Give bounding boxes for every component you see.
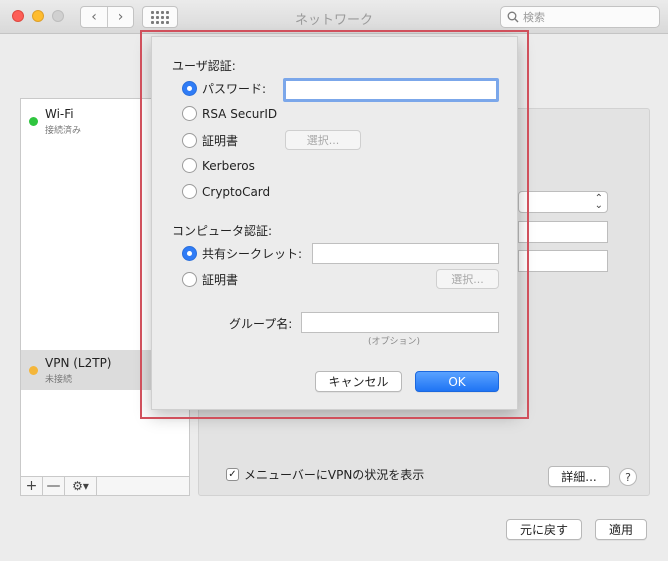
- title-bar: ‹ › ネットワーク 検索: [0, 0, 668, 34]
- search-field[interactable]: 検索: [500, 6, 660, 28]
- gear-icon: ⚙︎▾: [72, 479, 89, 493]
- chevron-updown-icon: ⌃ ⌄: [594, 193, 603, 211]
- chevron-left-icon: ‹: [91, 9, 97, 25]
- show-vpn-status-label: メニューバーにVPNの状況を表示: [244, 468, 425, 482]
- show-all-button[interactable]: [142, 6, 178, 28]
- show-vpn-status-checkbox[interactable]: ✓: [226, 468, 239, 481]
- service-name: VPN (L2TP): [45, 356, 112, 370]
- search-placeholder: 検索: [523, 11, 545, 24]
- window-title: ネットワーク: [294, 13, 373, 28]
- advanced-button[interactable]: 詳細...: [548, 466, 610, 487]
- service-name: Wi-Fi: [45, 107, 74, 121]
- minimize-window-button[interactable]: [32, 10, 44, 22]
- service-actions-button[interactable]: ⚙︎▾: [65, 477, 97, 495]
- navigation-buttons: ‹ ›: [80, 6, 134, 28]
- remove-service-button[interactable]: —: [43, 477, 65, 495]
- minus-icon: —: [46, 478, 61, 494]
- account-name-field[interactable]: [518, 250, 608, 272]
- grid-icon: [151, 10, 169, 24]
- status-dot-connected: [29, 117, 38, 126]
- service-list-toolbar: + — ⚙︎▾: [20, 476, 190, 496]
- service-status: 接続済み: [45, 126, 82, 136]
- zoom-window-button[interactable]: [52, 10, 64, 22]
- highlight-box: [140, 30, 529, 419]
- server-address-field[interactable]: [518, 221, 608, 243]
- close-window-button[interactable]: [12, 10, 24, 22]
- revert-button[interactable]: 元に戻す: [506, 519, 582, 540]
- add-service-button[interactable]: +: [21, 477, 43, 495]
- chevron-right-icon: ›: [117, 9, 124, 25]
- show-vpn-status-option[interactable]: ✓ メニューバーにVPNの状況を表示: [226, 466, 424, 483]
- configuration-popup[interactable]: ⌃ ⌄: [518, 191, 608, 213]
- service-status: 未接続: [45, 375, 73, 385]
- search-icon: [507, 11, 519, 23]
- help-button[interactable]: ?: [619, 468, 637, 486]
- plus-icon: +: [25, 478, 38, 494]
- back-button[interactable]: ‹: [81, 7, 107, 27]
- forward-button[interactable]: ›: [107, 7, 133, 27]
- apply-button[interactable]: 適用: [595, 519, 647, 540]
- status-dot-disconnected: [29, 366, 38, 375]
